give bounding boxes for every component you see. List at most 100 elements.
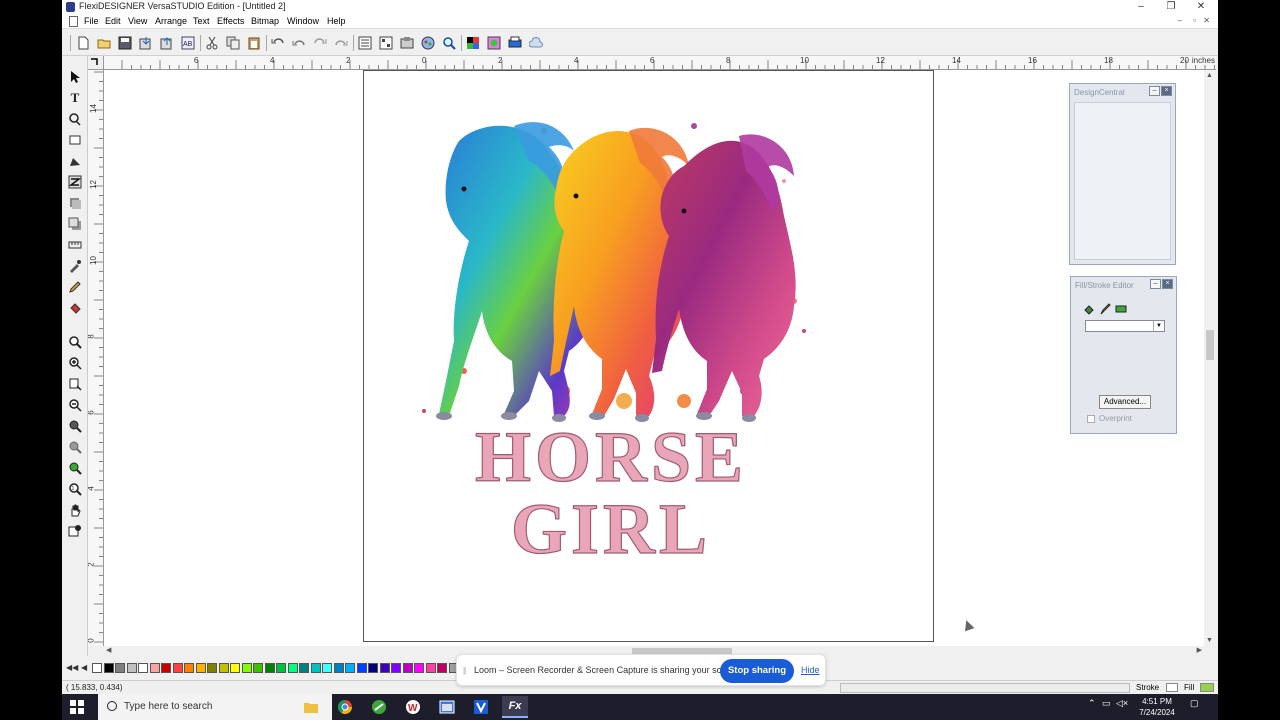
palette-swatch[interactable] bbox=[195, 663, 206, 673]
cloud-button[interactable] bbox=[527, 34, 545, 52]
copy-button[interactable] bbox=[224, 34, 242, 52]
taskbar-flexi[interactable]: Fx bbox=[502, 696, 528, 718]
palette-prev-icon[interactable]: ◀ bbox=[81, 663, 87, 672]
zoom-out-tool[interactable] bbox=[66, 396, 84, 414]
fill-tab-icon[interactable] bbox=[1083, 303, 1095, 315]
notifications-icon[interactable]: ▢ bbox=[1190, 698, 1199, 709]
design-central-panel[interactable]: DesignCentral – × bbox=[1069, 83, 1176, 265]
color-management-button[interactable] bbox=[485, 34, 503, 52]
tray-chevron-icon[interactable]: ⌃ bbox=[1088, 698, 1096, 709]
page-boundary[interactable]: HORSE GIRL bbox=[363, 70, 934, 642]
palette-swatch[interactable] bbox=[161, 663, 171, 673]
shadow-tool[interactable] bbox=[66, 215, 84, 233]
redo-multiple-button[interactable] bbox=[332, 34, 350, 52]
blend-tool[interactable] bbox=[66, 194, 84, 212]
panel-close-button[interactable]: × bbox=[1161, 86, 1172, 96]
design-canvas[interactable]: HORSE GIRL bbox=[104, 70, 1204, 646]
palette-swatch[interactable] bbox=[368, 663, 378, 673]
fill-status-swatch[interactable] bbox=[1200, 683, 1214, 692]
palette-swatch[interactable] bbox=[345, 663, 355, 673]
network-icon[interactable]: ▭ bbox=[1102, 698, 1111, 709]
scroll-down-icon[interactable]: ▼ bbox=[1206, 637, 1213, 644]
palette-swatch[interactable] bbox=[184, 663, 194, 673]
text-tool[interactable]: T bbox=[66, 89, 84, 107]
horse-artwork[interactable]: HORSE GIRL bbox=[364, 71, 935, 643]
align-button[interactable] bbox=[356, 34, 374, 52]
stop-sharing-button[interactable]: Stop sharing bbox=[720, 659, 794, 683]
undo-multiple-button[interactable] bbox=[290, 34, 308, 52]
spell-check-button[interactable]: AB bbox=[179, 34, 197, 52]
palette-swatch[interactable] bbox=[241, 663, 252, 673]
scroll-left-icon[interactable]: ◀ bbox=[106, 646, 111, 654]
palette-swatch[interactable] bbox=[391, 663, 401, 673]
menu-effects[interactable]: Effects bbox=[217, 16, 244, 26]
drag-handle-icon[interactable]: || bbox=[463, 666, 466, 675]
palette-swatch[interactable] bbox=[172, 663, 183, 673]
system-clock[interactable]: 4:51 PM 7/24/2024 bbox=[1132, 696, 1182, 718]
palette-swatch[interactable] bbox=[356, 663, 367, 673]
zoom-selection-tool[interactable] bbox=[66, 417, 84, 435]
palette-swatch[interactable] bbox=[276, 663, 286, 673]
pencil-tool[interactable] bbox=[66, 278, 84, 296]
palette-swatch[interactable] bbox=[425, 663, 436, 673]
chevron-down-icon[interactable]: ▼ bbox=[1153, 321, 1164, 331]
menu-edit[interactable]: Edit bbox=[105, 16, 121, 26]
hide-loom-bar-link[interactable]: Hide bbox=[801, 665, 820, 675]
palette-swatch[interactable] bbox=[333, 663, 344, 673]
scroll-up-icon[interactable]: ▲ bbox=[1206, 72, 1213, 79]
fill-tool[interactable] bbox=[66, 299, 84, 317]
palette-swatch[interactable] bbox=[230, 663, 240, 673]
print-cut-button[interactable] bbox=[506, 34, 524, 52]
advanced-button[interactable]: Advanced... bbox=[1099, 395, 1151, 409]
palette-swatch[interactable] bbox=[126, 663, 137, 673]
palette-swatch[interactable] bbox=[138, 663, 148, 673]
zigzag-tool[interactable] bbox=[66, 173, 84, 191]
design-central-title[interactable]: DesignCentral – × bbox=[1070, 84, 1175, 100]
zoom-previous-tool[interactable] bbox=[66, 438, 84, 456]
fill-stroke-editor-panel[interactable]: Fill/Stroke Editor – × ▼ Advanced... Over… bbox=[1070, 276, 1177, 434]
vertical-scrollbar[interactable]: ▲ ▼ bbox=[1204, 70, 1216, 646]
production-manager-button[interactable] bbox=[419, 34, 437, 52]
node-edit-tool[interactable] bbox=[66, 152, 84, 170]
zoom-button[interactable] bbox=[440, 34, 458, 52]
palette-swatch[interactable] bbox=[92, 663, 102, 673]
color-swatch-button[interactable] bbox=[464, 34, 482, 52]
windows-start-icon[interactable] bbox=[70, 700, 84, 714]
artwork-title-line-1[interactable]: HORSE bbox=[474, 416, 747, 497]
select-tool[interactable] bbox=[66, 68, 84, 86]
fill-stroke-tool[interactable] bbox=[66, 522, 84, 540]
panel-minimize-button[interactable]: – bbox=[1149, 86, 1160, 96]
menu-text[interactable]: Text bbox=[193, 16, 210, 26]
mdi-close-button[interactable]: ✕ bbox=[1203, 16, 1210, 25]
taskbar-file-explorer[interactable] bbox=[298, 696, 324, 718]
palette-swatch[interactable] bbox=[379, 663, 390, 673]
palette-swatch[interactable] bbox=[218, 663, 229, 673]
cut-button[interactable] bbox=[203, 34, 221, 52]
pan-tool[interactable] bbox=[66, 501, 84, 519]
palette-swatch[interactable] bbox=[253, 663, 263, 673]
undo-button[interactable] bbox=[269, 34, 287, 52]
palette-swatch[interactable] bbox=[149, 663, 160, 673]
palette-swatch[interactable] bbox=[264, 663, 275, 673]
redo-button[interactable] bbox=[311, 34, 329, 52]
taskbar-app-v[interactable] bbox=[468, 696, 494, 718]
eyedropper-tool[interactable] bbox=[66, 257, 84, 275]
stroke-status-swatch[interactable] bbox=[1166, 683, 1178, 692]
palette-swatch[interactable] bbox=[287, 663, 298, 673]
taskbar-chrome[interactable] bbox=[332, 696, 358, 718]
paste-button[interactable] bbox=[245, 34, 263, 52]
document-icon[interactable] bbox=[69, 16, 78, 27]
taskbar-search-box[interactable]: Type here to search bbox=[98, 694, 332, 720]
palette-swatch[interactable] bbox=[207, 663, 217, 673]
zoom-page-tool[interactable] bbox=[66, 375, 84, 393]
weld-button[interactable] bbox=[398, 34, 416, 52]
scroll-right-icon[interactable]: ▶ bbox=[1197, 646, 1202, 654]
palette-swatch[interactable] bbox=[310, 663, 321, 673]
fill-type-dropdown[interactable]: ▼ bbox=[1085, 320, 1165, 332]
measure-tool[interactable] bbox=[66, 236, 84, 254]
artwork-title-line-2[interactable]: GIRL bbox=[510, 488, 711, 569]
taskbar-app-window[interactable] bbox=[434, 696, 460, 718]
panel-minimize-button[interactable]: – bbox=[1150, 279, 1161, 289]
taskbar-app-w[interactable]: W bbox=[400, 696, 426, 718]
rectangle-tool[interactable] bbox=[66, 131, 84, 149]
